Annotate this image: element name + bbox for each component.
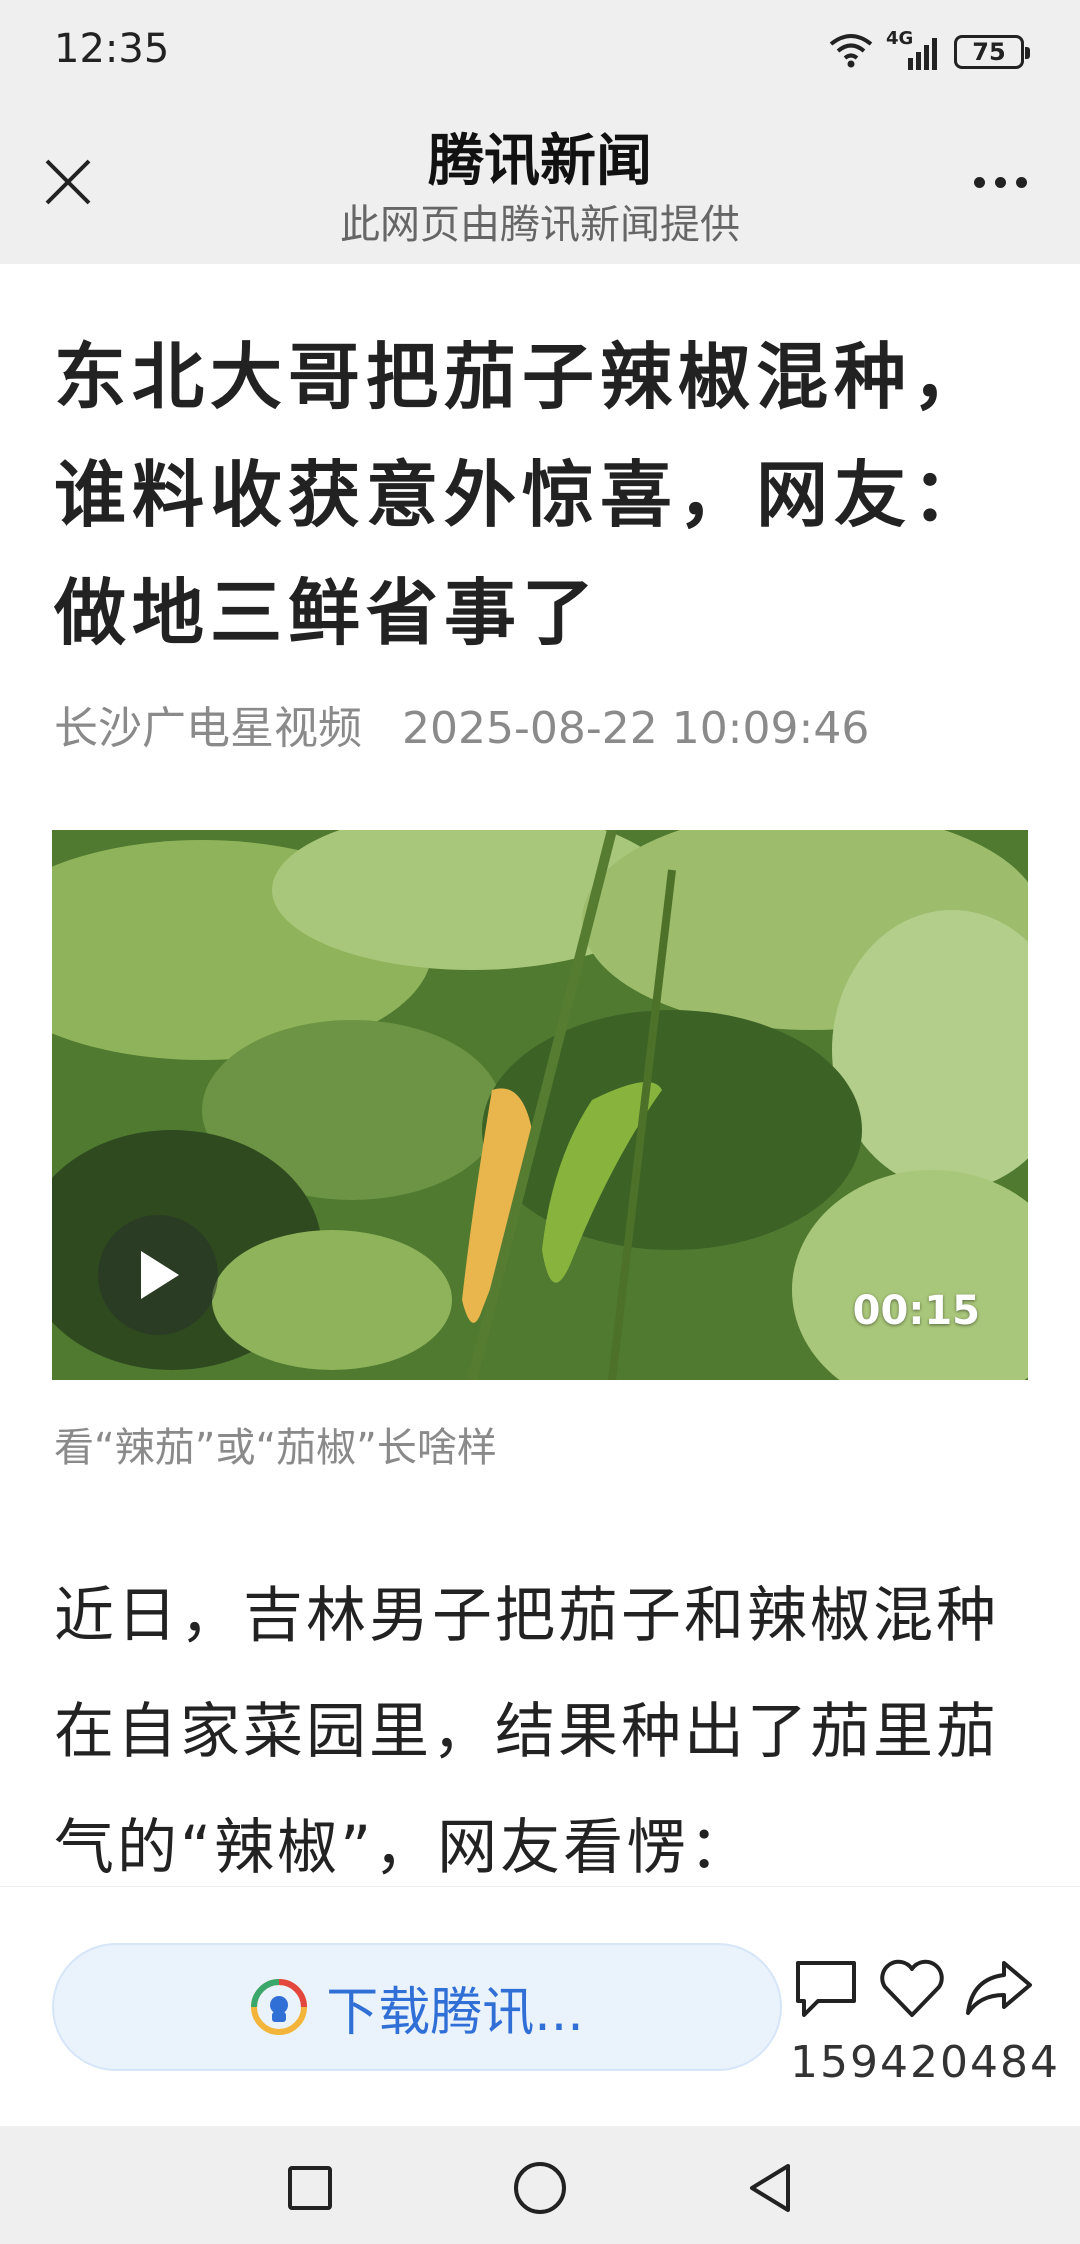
back-button[interactable] — [730, 2148, 810, 2228]
more-options-button[interactable] — [960, 152, 1040, 212]
circle-icon — [514, 2162, 566, 2214]
page-title: 腾讯新闻 — [428, 129, 652, 194]
battery-icon: 75 — [954, 35, 1030, 69]
status-icons: 4G 75 — [828, 28, 1030, 74]
triangle-back-icon — [750, 2164, 790, 2212]
wifi-icon — [828, 32, 874, 72]
tencent-news-logo-icon — [251, 1979, 308, 2035]
download-label: 下载腾讯... — [326, 1982, 584, 2043]
square-icon — [288, 2166, 332, 2210]
page-subtitle: 此网页由腾讯新闻提供 — [340, 202, 740, 248]
share-arrow-icon — [966, 1961, 1032, 2015]
play-button[interactable] — [98, 1215, 218, 1335]
more-dot-icon — [973, 176, 985, 188]
like-button[interactable] — [876, 1953, 948, 2025]
comment-icon — [796, 1961, 856, 2017]
home-button[interactable] — [500, 2148, 580, 2228]
article-date: 2025-08-22 10:09:46 — [402, 703, 870, 754]
bottom-action-bar: 下载腾讯... 159420484 — [0, 1886, 1080, 2127]
status-bar: 12:35 4G 75 — [0, 0, 1080, 100]
article-source[interactable]: 长沙广电星视频 — [54, 703, 362, 754]
action-icons — [790, 1953, 1034, 2025]
engagement-count: 159420484 — [790, 2037, 1060, 2088]
share-button[interactable] — [962, 1953, 1034, 2025]
article-meta: 长沙广电星视频 2025-08-22 10:09:46 — [54, 692, 869, 756]
video-caption: 看“辣茄”或“茄椒”长啥样 — [54, 1425, 497, 1471]
article-headline: 东北大哥把茄子辣椒混种，谁料收获意外惊喜，网友：做地三鲜省事了 — [54, 335, 991, 655]
more-dot-icon — [1015, 176, 1027, 188]
article-body: 近日，吉林男子把茄子和辣椒混种在自家菜园里，结果种出了茄里茄气的“辣椒”，网友看… — [54, 1581, 999, 1883]
heart-icon — [880, 1959, 944, 2017]
video-player[interactable]: 00:15 — [52, 830, 1028, 1380]
web-nav-bar: 腾讯新闻 此网页由腾讯新闻提供 — [0, 100, 1080, 264]
download-app-button[interactable]: 下载腾讯... — [52, 1943, 782, 2071]
system-nav-bar — [0, 2126, 1080, 2244]
comment-button[interactable] — [790, 1953, 862, 2025]
signal-icon: 4G — [886, 28, 940, 72]
play-icon — [141, 1251, 179, 1299]
video-duration: 00:15 — [852, 1288, 980, 1334]
status-time: 12:35 — [54, 26, 170, 72]
recent-apps-button[interactable] — [270, 2148, 350, 2228]
network-type-label: 4G — [886, 28, 914, 49]
more-dot-icon — [994, 176, 1006, 188]
battery-level: 75 — [972, 38, 1006, 66]
